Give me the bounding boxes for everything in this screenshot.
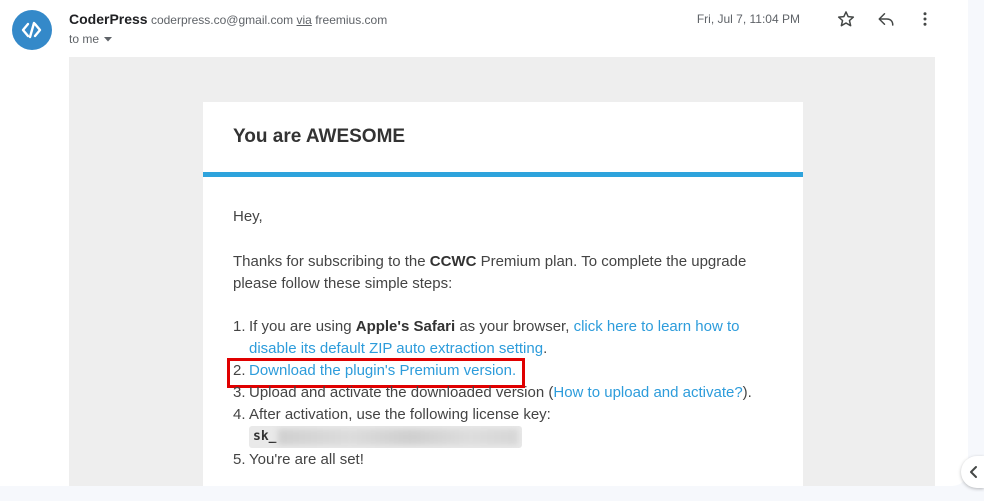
plan-name: CCWC [429,253,477,270]
download-premium-link[interactable]: Download the plugin's Premium version. [249,362,516,379]
star-icon [837,11,855,27]
step-text: Download the plugin's Premium version. [249,360,777,382]
reply-button[interactable] [876,9,896,29]
step-number: 3. [233,384,246,401]
step-number: 2. [233,362,246,379]
step-item: 1. If you are using Apple's Safari as yo… [233,316,777,360]
email-date: Fri, Jul 7, 11:04 PM [696,12,800,26]
card-body: Hey, Thanks for subscribing to the CCWC … [203,177,803,471]
step-text-part: ). [742,384,752,401]
caret-down-icon [104,37,113,42]
sender-line: CoderPress coderpress.co@gmail.com via f… [69,11,387,28]
step-item: 3. Upload and activate the downloaded ve… [233,382,777,404]
step-number: 1. [233,318,246,335]
via-label[interactable]: via [297,13,312,27]
license-key-redacted [278,429,518,445]
step-text: After activation, use the following lice… [249,406,551,423]
email-view: CoderPress coderpress.co@gmail.com via f… [0,0,968,486]
browser-name: Apple's Safari [355,318,456,335]
recipient-details-toggle[interactable]: to me [69,31,113,47]
upload-activate-help-link[interactable]: How to upload and activate? [553,384,742,401]
more-options-button[interactable] [915,9,935,29]
via-domain: freemius.com [315,13,388,27]
license-key-row: sk_ [233,426,777,449]
intro-before: Thanks for subscribing to the [233,253,430,270]
email-body-background: You are AWESOME Hey, Thanks for subscrib… [69,57,935,486]
step-item: 5. You're are all set! [233,449,777,471]
steps-list: 1. If you are using Apple's Safari as yo… [227,316,777,471]
step-number: 4. [233,406,246,423]
more-vert-icon [923,12,927,26]
license-key-prefix: sk_ [253,429,277,444]
intro-paragraph: Thanks for subscribing to the CCWC Premi… [233,251,777,295]
avatar-logo-icon [21,21,42,39]
recipient-label: to me [69,32,100,46]
card-title: You are AWESOME [233,126,406,147]
greeting: Hey, [233,208,263,225]
step-item: 2. Download the plugin's Premium version… [227,358,777,388]
step-number: 5. [233,451,246,468]
star-button[interactable] [836,9,856,29]
sender-name[interactable]: CoderPress [69,11,148,27]
step-text-part: . [543,340,548,357]
card-header: You are AWESOME [203,102,803,177]
side-panel-toggle-button[interactable] [961,456,984,488]
chevron-left-icon [970,466,977,478]
step-text-part: as your browser, [455,318,574,335]
step-text: You're are all set! [249,451,364,468]
step-item: 4. After activation, use the following l… [233,404,777,426]
reply-icon [878,13,894,26]
step-text: If you are using Apple's Safari as your … [249,316,777,360]
step-text-part: If you are using [249,318,356,335]
email-card: You are AWESOME Hey, Thanks for subscrib… [203,102,803,486]
sender-email: coderpress.co@gmail.com [150,13,294,27]
step-text-part: Upload and activate the downloaded versi… [249,384,554,401]
sender-avatar[interactable] [12,10,52,50]
step-text: Upload and activate the downloaded versi… [249,382,777,404]
license-key[interactable]: sk_ [249,426,522,448]
